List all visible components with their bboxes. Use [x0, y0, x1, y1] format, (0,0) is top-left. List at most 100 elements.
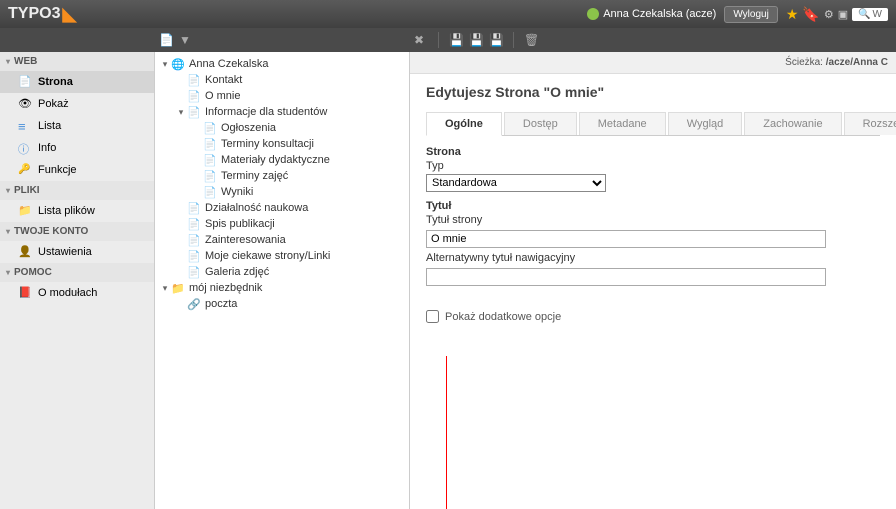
sidebar-item-o-modułach[interactable]: O modułach [0, 282, 154, 304]
sidebar-item-funkcje[interactable]: Funkcje [0, 159, 154, 181]
show-more-checkbox[interactable] [426, 310, 439, 323]
tree-node[interactable]: ▾🌐Anna Czekalska [159, 56, 405, 72]
tab-ogólne[interactable]: Ogólne [426, 112, 502, 136]
link-icon: 🔗 [187, 297, 201, 311]
tree-label: poczta [205, 298, 237, 310]
sidebar-item-pokaż[interactable]: Pokaż [0, 93, 154, 115]
eye-icon [18, 97, 32, 111]
book-icon [18, 286, 32, 300]
module-sidebar: WEB Strona Pokaż Lista Info FunkcjePLIKILista… [0, 52, 155, 509]
delete-icon[interactable]: 🗑 [524, 33, 538, 47]
tree-node[interactable]: 🔗 poczta [159, 296, 405, 312]
sidebar-item-label: Pokaż [38, 98, 69, 110]
logo-icon: ◣ [62, 4, 76, 25]
page-icon: 📄 [187, 265, 201, 279]
user-icon [18, 245, 32, 259]
logout-button[interactable]: Wyloguj [724, 6, 777, 23]
section-strona: Strona [426, 146, 880, 158]
tree-node[interactable]: 📄Spis publikacji [159, 216, 405, 232]
sidebar-item-label: O modułach [38, 287, 97, 299]
sidebar-group-header[interactable]: WEB [0, 52, 154, 71]
funkcje-icon [18, 163, 32, 177]
page-icon: 📄 [203, 121, 217, 135]
files-icon [18, 204, 32, 218]
title-input[interactable] [426, 230, 826, 248]
sidebar-group-header[interactable]: TWOJE KONTO [0, 222, 154, 241]
save-close-icon[interactable]: 💾 [489, 33, 503, 47]
sidebar-group-header[interactable]: PLIKI [0, 181, 154, 200]
alt-title-input[interactable] [426, 268, 826, 286]
page-tree: ▾🌐Anna Czekalska📄Kontakt📄O mnie▾📄Informa… [155, 52, 410, 509]
sidebar-item-label: Ustawienia [38, 246, 92, 258]
username: Anna Czekalska (acze) [603, 8, 716, 20]
tree-node[interactable]: 📄 Zainteresowania [159, 232, 405, 248]
shortcut-icon[interactable]: ▣ [838, 8, 848, 21]
type-select[interactable]: Standardowa [426, 174, 606, 192]
tree-node[interactable]: 📄 Terminy zajęć [159, 168, 405, 184]
page-icon: 📄 [187, 201, 201, 215]
close-icon[interactable]: ✖ [414, 33, 428, 47]
tree-label: Działalność naukowa [205, 202, 308, 214]
tab-rozszerzony[interactable]: Rozszerzony [844, 112, 896, 135]
tree-node[interactable]: 📄Galeria zdjęć [159, 264, 405, 280]
sidebar-item-label: Info [38, 142, 56, 154]
show-more-label: Pokaż dodatkowe opcje [445, 311, 561, 323]
page-icon: 📄 [203, 137, 217, 151]
user-status-icon [587, 8, 599, 20]
cache-icon[interactable]: ⚙ [824, 8, 834, 21]
sidebar-item-label: Strona [38, 76, 73, 88]
page-icon: 📄 [187, 249, 201, 263]
tree-label: mój niezbędnik [189, 282, 262, 294]
tab-metadane[interactable]: Metadane [579, 112, 666, 135]
tree-label: Kontakt [205, 74, 242, 86]
tree-label: Terminy zajęć [221, 170, 288, 182]
form: Strona Typ Standardowa Tytuł Tytuł stron… [426, 146, 880, 323]
tree-toggle-icon[interactable]: ▾ [159, 283, 171, 294]
page-icon: 📄 [203, 169, 217, 183]
tab-wygląd[interactable]: Wygląd [668, 112, 743, 135]
logo: TYPO3◣ [8, 4, 76, 25]
sidebar-item-ustawienia[interactable]: Ustawienia [0, 241, 154, 263]
save-icon[interactable]: 💾 [449, 33, 463, 47]
page-icon: 📄 [187, 89, 201, 103]
sidebar-group-header[interactable]: POMOC [0, 263, 154, 282]
page-icon: 📄 [187, 217, 201, 231]
search-box[interactable]: 🔍 W [852, 8, 888, 21]
tab-dostęp[interactable]: Dostęp [504, 112, 577, 135]
new-page-icon[interactable]: 📄 [159, 33, 173, 47]
tree-label: Moje ciekawe strony/Linki [205, 250, 330, 262]
page-icon: 📄 [187, 233, 201, 247]
sidebar-item-lista[interactable]: Lista [0, 115, 154, 137]
page-icon [18, 75, 32, 89]
star-icon[interactable]: ★ [786, 6, 799, 23]
content-area: Ścieżka: /acze/Anna C Edytujesz Strona "… [410, 52, 896, 509]
sidebar-item-label: Lista [38, 120, 61, 132]
tab-zachowanie[interactable]: Zachowanie [744, 112, 841, 135]
sidebar-item-lista-plików[interactable]: Lista plików [0, 200, 154, 222]
tree-toggle-icon[interactable]: ▾ [159, 59, 171, 70]
tree-node[interactable]: 📄Kontakt [159, 72, 405, 88]
tab-bar: OgólneDostępMetadaneWyglądZachowanieRozs… [426, 112, 880, 136]
top-bar: TYPO3◣ Anna Czekalska (acze) Wyloguj ★ 🔖… [0, 0, 896, 28]
save-view-icon[interactable]: 💾 [469, 33, 483, 47]
tree-toggle-icon[interactable]: ▾ [175, 107, 187, 118]
tree-node[interactable]: 📄Wyniki [159, 184, 405, 200]
tree-node[interactable]: 📄 Działalność naukowa [159, 200, 405, 216]
tree-node[interactable]: 📄Materiały dydaktyczne [159, 152, 405, 168]
tree-label: O mnie [205, 90, 240, 102]
tree-node[interactable]: 📄 Moje ciekawe strony/Linki [159, 248, 405, 264]
alt-title-label: Alternatywny tytuł nawigacyjny [426, 252, 880, 264]
tree-label: Zainteresowania [205, 234, 286, 246]
tree-node[interactable]: 📄Terminy konsultacji [159, 136, 405, 152]
tree-label: Wyniki [221, 186, 253, 198]
filter-icon[interactable]: ▼ [179, 33, 193, 47]
sidebar-item-strona[interactable]: Strona [0, 71, 154, 93]
toolbar: 📄 ▼ ✖ 💾 💾 💾 🗑 [0, 28, 896, 52]
tree-node[interactable]: 📄 O mnie [159, 88, 405, 104]
tree-node[interactable]: 📄Ogłoszenia [159, 120, 405, 136]
tree-node[interactable]: ▾📁mój niezbędnik [159, 280, 405, 296]
bookmark-icon[interactable]: 🔖 [802, 6, 819, 23]
title-label: Tytuł strony [426, 214, 880, 226]
tree-node[interactable]: ▾📄Informacje dla studentów [159, 104, 405, 120]
sidebar-item-info[interactable]: Info [0, 137, 154, 159]
